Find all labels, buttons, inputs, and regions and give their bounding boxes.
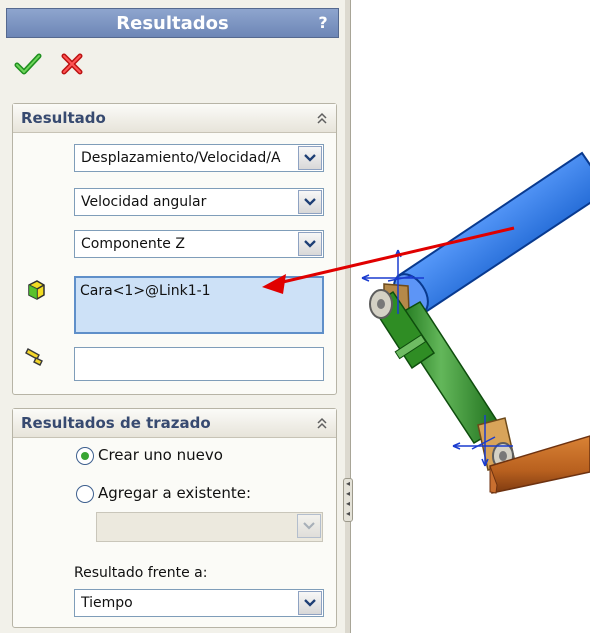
callout-layer [262, 226, 515, 294]
callout-arrow-head [262, 274, 286, 294]
callout-arrow-line [269, 226, 515, 287]
